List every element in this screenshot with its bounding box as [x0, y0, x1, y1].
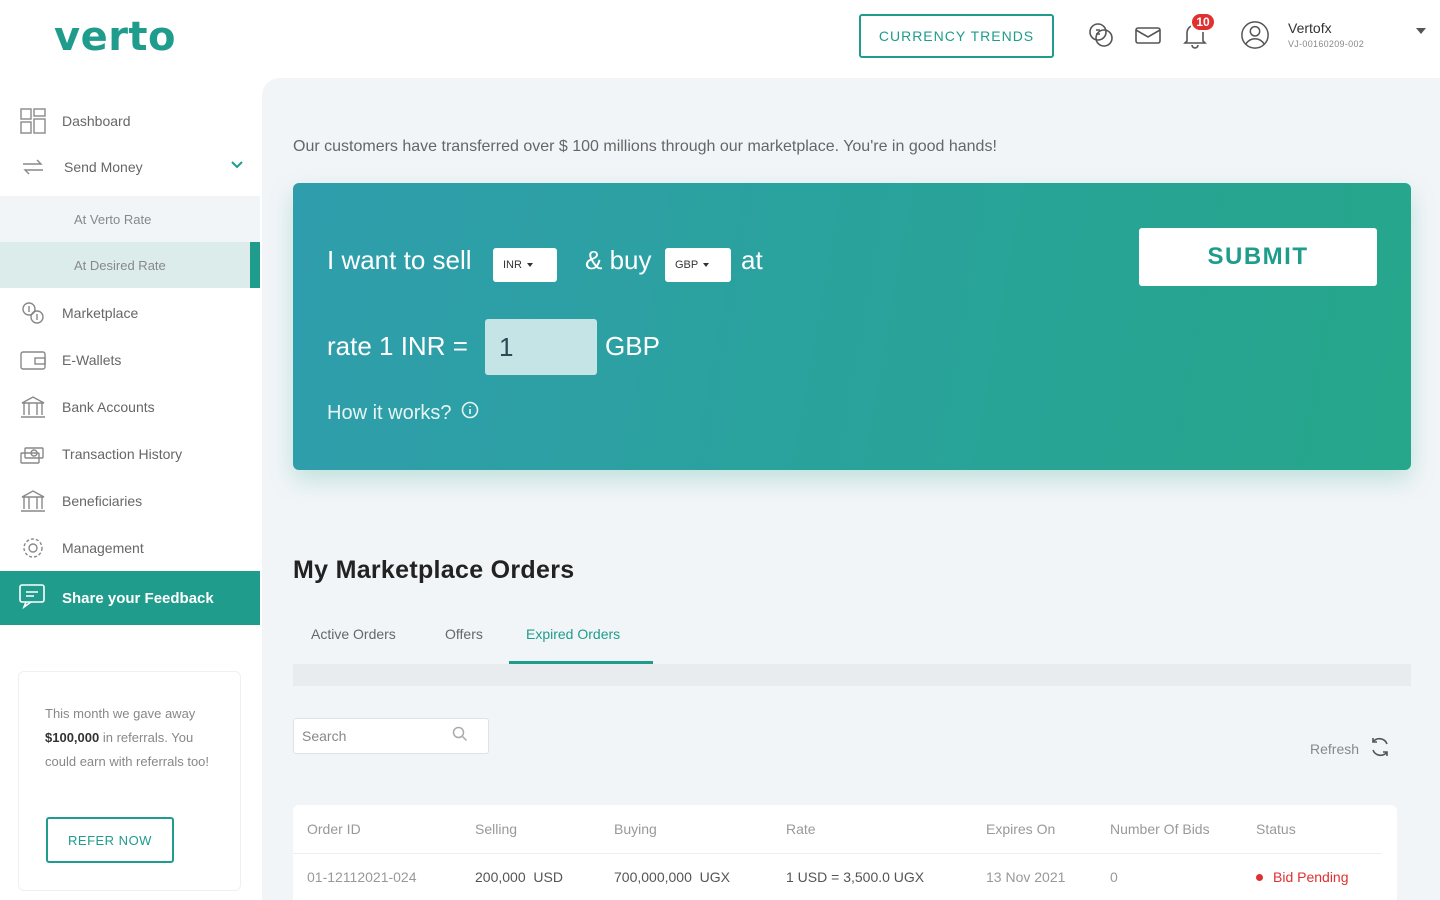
- history-icon: [20, 441, 46, 467]
- referral-text-part: This month we gave away: [45, 706, 196, 721]
- column-header-expires-on[interactable]: Expires On: [986, 821, 1055, 837]
- user-menu-caret-icon[interactable]: [1416, 28, 1426, 34]
- sidebar-item-label: Dashboard: [62, 113, 131, 129]
- sidebar-item-marketplace[interactable]: Marketplace: [0, 290, 260, 336]
- share-feedback-button[interactable]: Share your Feedback: [0, 571, 260, 625]
- referral-card: This month we gave away $100,000 in refe…: [18, 671, 241, 891]
- search-icon[interactable]: [452, 726, 468, 747]
- selling-currency: USD: [533, 869, 563, 885]
- tagline: Our customers have transferred over $ 10…: [293, 138, 997, 155]
- sidebar-item-e-wallets[interactable]: E-Wallets: [0, 337, 260, 383]
- referral-amount: $100,000: [45, 730, 100, 745]
- send-money-icon: [20, 154, 46, 180]
- sell-currency-value: INR: [503, 259, 522, 271]
- refer-now-button[interactable]: REFER NOW: [46, 817, 174, 863]
- sidebar-item-label: Transaction History: [62, 446, 183, 462]
- exchange-chat-icon[interactable]: [1086, 20, 1116, 50]
- buy-label: & buy: [585, 245, 652, 275]
- column-header-bids[interactable]: Number Of Bids: [1110, 821, 1210, 837]
- rate-prefix-label: rate 1 INR =: [327, 331, 468, 361]
- rate-suffix-label: GBP: [605, 331, 660, 361]
- selling-amount: 200,000: [475, 869, 526, 885]
- chevron-down-icon[interactable]: [230, 158, 244, 175]
- orders-table: Order ID Selling Buying Rate Expires On …: [293, 805, 1397, 900]
- cell-selling: 200,000 USD: [475, 869, 563, 885]
- sidebar-subitem-desired-rate[interactable]: At Desired Rate: [0, 242, 260, 288]
- search-input[interactable]: [302, 728, 452, 744]
- tab-active-orders[interactable]: Active Orders: [311, 626, 396, 642]
- sidebar-item-label: Management: [62, 540, 144, 556]
- cell-rate: 1 USD = 3,500.0 UGX: [786, 869, 925, 885]
- sell-label: I want to sell: [327, 245, 472, 275]
- sidebar: Dashboard Send Money At Verto Rate At De…: [0, 78, 260, 900]
- rate-input[interactable]: [485, 319, 597, 375]
- gear-icon: [20, 535, 46, 561]
- orders-search: [293, 718, 489, 754]
- submit-button[interactable]: SUBMIT: [1139, 228, 1377, 286]
- column-header-buying[interactable]: Buying: [614, 821, 657, 837]
- sidebar-item-label: Marketplace: [62, 305, 139, 321]
- buying-currency: UGX: [699, 869, 730, 885]
- mail-icon[interactable]: [1133, 20, 1163, 50]
- column-header-rate[interactable]: Rate: [786, 821, 816, 837]
- tab-offers[interactable]: Offers: [445, 626, 483, 642]
- buy-currency-value: GBP: [675, 259, 699, 271]
- verto-logo[interactable]: verto: [54, 14, 176, 60]
- notification-badge: 10: [1190, 12, 1216, 32]
- sidebar-item-transaction-history[interactable]: Transaction History: [0, 431, 260, 477]
- column-header-selling[interactable]: Selling: [475, 821, 517, 837]
- main-content: Our customers have transferred over $ 10…: [262, 78, 1440, 900]
- dashboard-icon: [20, 108, 46, 134]
- cell-order-id[interactable]: 01-12112021-024: [307, 869, 417, 885]
- column-header-order-id[interactable]: Order ID: [307, 821, 361, 837]
- header-divider: [293, 853, 1381, 854]
- feedback-label: Share your Feedback: [62, 589, 214, 607]
- at-label: at: [741, 245, 763, 275]
- buying-amount: 700,000,000: [614, 869, 692, 885]
- wallet-icon: [20, 347, 46, 373]
- sidebar-item-label: Bank Accounts: [62, 399, 155, 415]
- orders-title: My Marketplace Orders: [293, 556, 575, 584]
- status-badge: Bid Pending: [1256, 869, 1349, 885]
- user-id: VJ-00160209-002: [1288, 39, 1365, 49]
- desired-rate-order-card: I want to sell INR & buy GBP at rate 1 I…: [293, 183, 1411, 470]
- sidebar-item-label: Send Money: [64, 159, 143, 175]
- currency-trends-button[interactable]: CURRENCY TRENDS: [859, 14, 1054, 58]
- sidebar-item-label: Beneficiaries: [62, 493, 143, 509]
- cell-buying: 700,000,000 UGX: [614, 869, 730, 885]
- sidebar-item-label: At Verto Rate: [74, 211, 152, 227]
- sidebar-item-beneficiaries[interactable]: Beneficiaries: [0, 478, 260, 524]
- status-label: Bid Pending: [1273, 869, 1349, 885]
- top-header: verto CURRENCY TRENDS 10 Vertofx VJ-0016…: [0, 0, 1440, 78]
- refresh-button[interactable]: Refresh: [1310, 736, 1391, 761]
- sidebar-item-label: E-Wallets: [62, 352, 122, 368]
- feedback-icon: [18, 583, 46, 613]
- column-header-status[interactable]: Status: [1256, 821, 1296, 837]
- how-it-works-label: How it works?: [327, 401, 452, 424]
- sidebar-item-send-money[interactable]: Send Money: [0, 144, 260, 190]
- cell-expires-on: 13 Nov 2021: [986, 869, 1066, 885]
- sidebar-item-bank-accounts[interactable]: Bank Accounts: [0, 384, 260, 430]
- refresh-icon: [1369, 736, 1391, 761]
- sidebar-item-dashboard[interactable]: Dashboard: [0, 98, 260, 144]
- sidebar-item-label: At Desired Rate: [74, 257, 166, 273]
- user-avatar-icon[interactable]: [1240, 20, 1270, 50]
- cell-bids: 0: [1110, 869, 1118, 885]
- tab-expired-orders[interactable]: Expired Orders: [526, 626, 620, 642]
- sell-currency-select[interactable]: INR: [493, 248, 557, 282]
- beneficiaries-icon: [20, 488, 46, 514]
- referral-text: This month we gave away $100,000 in refe…: [45, 702, 215, 774]
- marketplace-icon: [20, 300, 46, 326]
- sidebar-item-management[interactable]: Management: [0, 525, 260, 571]
- user-name[interactable]: Vertofx: [1288, 20, 1332, 36]
- tab-bar-divider: [293, 664, 1411, 686]
- info-icon: [461, 401, 479, 425]
- refresh-label: Refresh: [1310, 740, 1360, 757]
- how-it-works-link[interactable]: How it works?: [327, 401, 479, 425]
- buy-currency-select[interactable]: GBP: [665, 248, 731, 282]
- status-dot-icon: [1256, 873, 1263, 881]
- bank-icon: [20, 394, 46, 420]
- sidebar-subitem-verto-rate[interactable]: At Verto Rate: [0, 196, 260, 242]
